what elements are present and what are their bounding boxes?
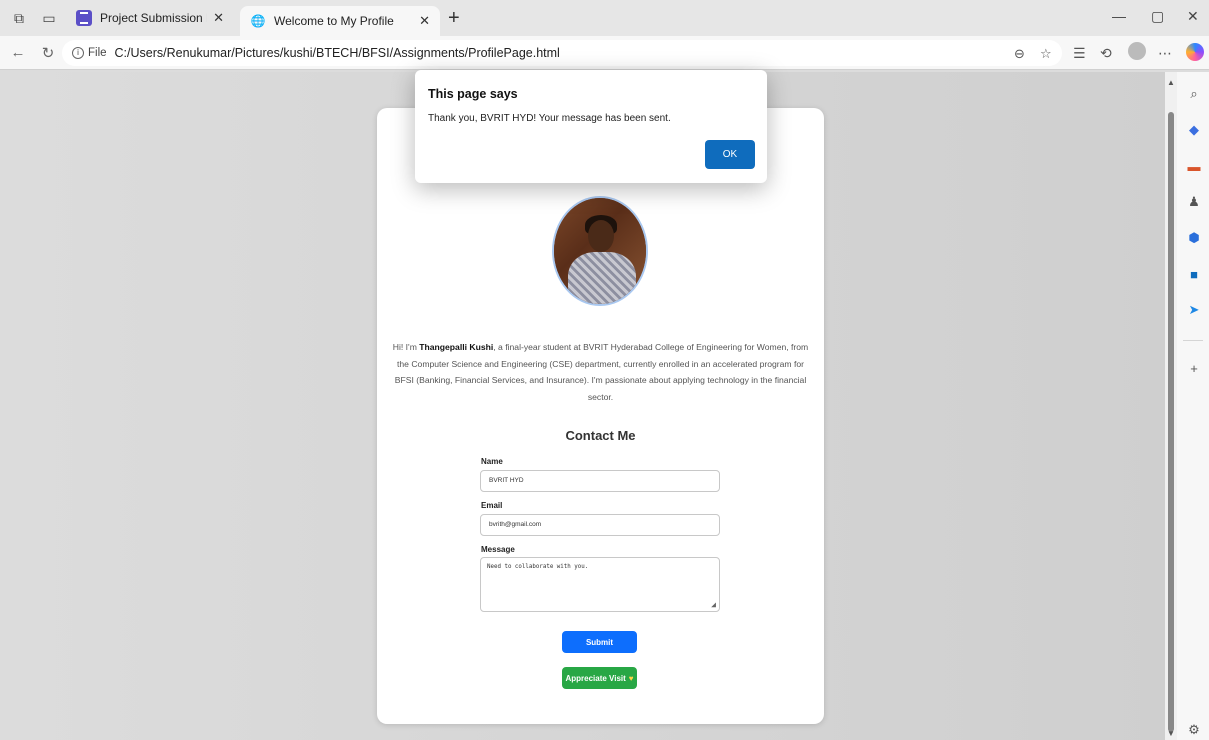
appreciate-visit-button[interactable]: Appreciate Visit ♥ (562, 667, 637, 689)
history-icon[interactable]: ⟲ (1100, 45, 1112, 62)
close-icon[interactable]: ✕ (419, 13, 430, 29)
vertical-scrollbar[interactable]: ▲ ▼ (1165, 72, 1177, 740)
scroll-down-icon[interactable]: ▼ (1167, 729, 1175, 738)
message-label: Message (481, 545, 515, 554)
tab-actions-icon[interactable]: ▭ (38, 7, 60, 29)
close-window-icon[interactable]: ✕ (1187, 8, 1199, 25)
edge-sidebar: ⌕ ◆ ▬ ♟ ⬢ ■ ➤ + ⚙ (1177, 72, 1209, 740)
tab-title: Welcome to My Profile (274, 14, 394, 28)
submit-button[interactable]: Submit (562, 631, 637, 653)
more-icon[interactable]: ⋯ (1158, 45, 1172, 62)
search-icon[interactable]: ⌕ (1186, 86, 1202, 102)
site-info-chip[interactable]: i File (72, 47, 107, 59)
tab-bar: ⧉ ▭ Project Submission Form (HTML, ✕ 🌐 W… (0, 0, 1209, 36)
refresh-icon[interactable]: ↻ (36, 44, 60, 62)
url-text: C:/Users/Renukumar/Pictures/kushi/BTECH/… (114, 46, 560, 60)
profile-card: Hi! I'm Thangepalli Kushi, a final-year … (377, 108, 824, 724)
favorite-star-icon[interactable]: ☆ (1040, 46, 1052, 62)
scroll-thumb[interactable] (1168, 112, 1174, 732)
dialog-message: Thank you, BVRIT HYD! Your message has b… (428, 113, 671, 124)
settings-gear-icon[interactable]: ⚙ (1186, 722, 1202, 738)
message-textarea[interactable]: Need to collaborate with you. ◢ (480, 557, 720, 612)
message-text: Need to collaborate with you. (487, 564, 589, 570)
globe-icon: 🌐 (250, 14, 266, 28)
email-label: Email (481, 501, 503, 510)
resize-grip-icon[interactable]: ◢ (711, 600, 716, 609)
appreciate-label: Appreciate Visit (565, 673, 626, 683)
workspaces-icon[interactable]: ⧉ (8, 7, 30, 29)
tab-project-submission[interactable]: Project Submission Form (HTML, ✕ (66, 3, 234, 33)
tab-title: Project Submission Form (HTML, (100, 11, 207, 25)
bio-name: Thangepalli Kushi (419, 342, 494, 352)
games-icon[interactable]: ♟ (1186, 194, 1202, 210)
name-field[interactable]: BVRIT HYD (480, 470, 720, 492)
heart-icon: ♥ (628, 673, 634, 683)
form-icon (76, 10, 92, 26)
outlook-icon[interactable]: ■ (1186, 266, 1202, 282)
bio-text: Hi! I'm Thangepalli Kushi, a final-year … (392, 342, 809, 402)
new-tab-button[interactable]: + (448, 7, 460, 30)
email-field[interactable]: bvrith@gmail.com (480, 514, 720, 536)
info-icon: i (72, 47, 84, 59)
tab-welcome-profile[interactable]: 🌐 Welcome to My Profile ✕ (240, 6, 440, 36)
profile-photo (552, 196, 648, 306)
add-icon[interactable]: + (1186, 360, 1202, 376)
profile-avatar[interactable] (1128, 42, 1146, 60)
minimize-icon[interactable]: — (1112, 8, 1126, 24)
url-field[interactable]: i File C:/Users/Renukumar/Pictures/kushi… (62, 40, 1062, 66)
dialog-title: This page says (428, 87, 518, 101)
favorites-icon[interactable]: ☰ (1073, 45, 1086, 62)
address-bar: ← ↻ i File C:/Users/Renukumar/Pictures/k… (0, 36, 1209, 70)
microsoft-365-icon[interactable]: ⬢ (1186, 230, 1202, 246)
close-icon[interactable]: ✕ (213, 10, 224, 26)
send-icon[interactable]: ➤ (1186, 302, 1202, 318)
back-icon[interactable]: ← (6, 44, 30, 61)
shopping-tag-icon[interactable]: ◆ (1186, 122, 1202, 138)
file-chip-label: File (88, 47, 107, 59)
ok-button[interactable]: OK (705, 140, 755, 169)
alert-dialog: This page says Thank you, BVRIT HYD! You… (415, 70, 767, 183)
copilot-icon[interactable] (1186, 43, 1204, 61)
sidebar-divider (1183, 340, 1203, 341)
restore-icon[interactable]: ▢ (1151, 8, 1164, 25)
contact-title: Contact Me (565, 428, 636, 443)
tools-briefcase-icon[interactable]: ▬ (1186, 158, 1202, 174)
scroll-up-icon[interactable]: ▲ (1167, 78, 1175, 87)
zoom-icon[interactable]: ⊖ (1014, 46, 1025, 62)
name-label: Name (481, 457, 503, 466)
